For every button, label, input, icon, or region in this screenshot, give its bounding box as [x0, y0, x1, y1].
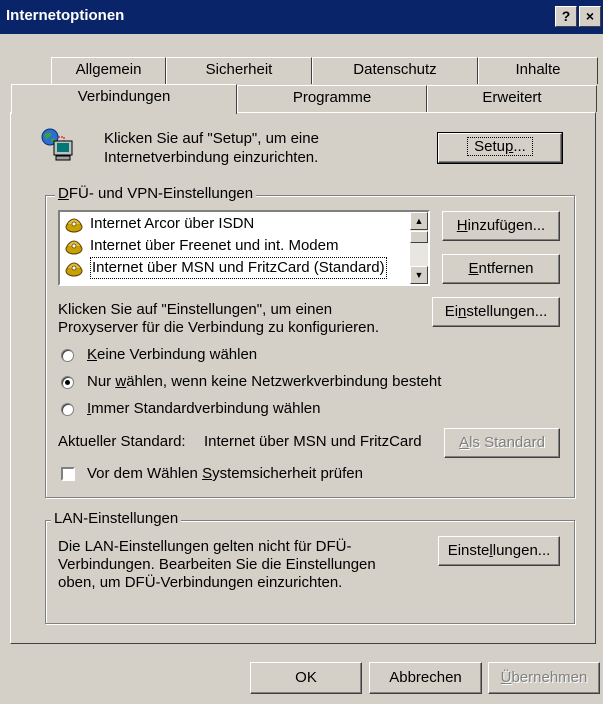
ok-button[interactable]: OK: [250, 662, 362, 694]
window-title: Internetoptionen: [6, 7, 125, 24]
dialup-connection-icon: [65, 218, 83, 233]
radio-dial-when-no-network-label: Nur wählen, wenn keine Netzwerkverbindun…: [87, 373, 442, 390]
setup-text-line1: Klicken Sie auf "Setup", um eine: [104, 130, 319, 147]
lan-settings-button[interactable]: Einstellungen...: [438, 536, 560, 566]
connection-listbox[interactable]: Internet Arcor über ISDN Internet über F…: [58, 210, 430, 286]
radio-never-dial-label: Keine Verbindung wählen: [87, 346, 258, 363]
list-scrollbar[interactable]: ▲ ▼: [410, 212, 428, 284]
lan-text-line1: Die LAN-Einstellungen gelten nicht für D…: [58, 538, 352, 555]
tab-allgemein[interactable]: Allgemein: [51, 57, 166, 84]
dialup-connection-icon: [65, 240, 83, 255]
title-bar[interactable]: Internetoptionen ? ×: [0, 0, 603, 34]
scroll-up-arrow-icon[interactable]: ▲: [410, 212, 428, 230]
help-button[interactable]: ?: [555, 6, 577, 27]
current-default-value: Internet über MSN und FritzCard: [204, 433, 422, 450]
radio-dial-when-no-network[interactable]: [61, 376, 74, 389]
security-check-checkbox[interactable]: [61, 467, 75, 481]
setup-button[interactable]: Setup...: [437, 132, 563, 164]
set-default-button[interactable]: Als Standard: [444, 428, 560, 458]
add-button[interactable]: Hinzufügen...: [442, 211, 560, 241]
tab-sicherheit[interactable]: Sicherheit: [166, 57, 312, 84]
lan-text-line3: oben, um DFÜ-Verbindungen einzurichten.: [58, 574, 343, 591]
list-item[interactable]: Internet über MSN und FritzCard (Standar…: [62, 257, 392, 279]
dialup-legend: DFÜ- und VPN-Einstellungen: [55, 185, 257, 202]
tab-datenschutz[interactable]: Datenschutz: [312, 57, 478, 84]
setup-text-line2: Internetverbindung einzurichten.: [104, 149, 319, 166]
remove-button[interactable]: Entfernen: [442, 254, 560, 284]
current-default-label: Aktueller Standard:: [58, 433, 186, 450]
scroll-down-arrow-icon[interactable]: ▼: [410, 266, 428, 284]
tab-inhalte[interactable]: Inhalte: [478, 57, 598, 84]
connection-settings-button[interactable]: Einstellungen...: [432, 297, 560, 327]
list-item[interactable]: Internet über Freenet und int. Modem: [62, 235, 392, 257]
scroll-thumb[interactable]: [410, 231, 428, 243]
dialup-connection-icon: [65, 262, 83, 277]
setup-button-label: Setup...: [467, 137, 533, 156]
radio-always-dial-default-label: Immer Standardverbindung wählen: [87, 400, 321, 417]
apply-button[interactable]: Übernehmen: [488, 662, 600, 694]
lan-text-line2: Verbindungen. Bearbeiten Sie die Einstel…: [58, 556, 376, 573]
lan-legend: LAN-Einstellungen: [51, 510, 182, 527]
security-check-label: Vor dem Wählen Systemsicherheit prüfen: [87, 465, 363, 482]
proxy-text-line1: Klicken Sie auf "Einstellungen", um eine…: [58, 301, 333, 318]
list-item[interactable]: Internet Arcor über ISDN: [62, 213, 392, 235]
radio-always-dial-default[interactable]: [61, 403, 74, 416]
tab-programme[interactable]: Programme: [237, 85, 427, 112]
close-button[interactable]: ×: [579, 6, 601, 27]
internet-connection-icon: [41, 128, 73, 161]
cancel-button[interactable]: Abbrechen: [369, 662, 482, 694]
proxy-text-line2: Proxyserver für die Verbindung zu konfig…: [58, 319, 380, 336]
radio-never-dial[interactable]: [61, 349, 74, 362]
tab-verbindungen[interactable]: Verbindungen: [11, 84, 237, 114]
tab-erweitert[interactable]: Erweitert: [427, 85, 597, 112]
